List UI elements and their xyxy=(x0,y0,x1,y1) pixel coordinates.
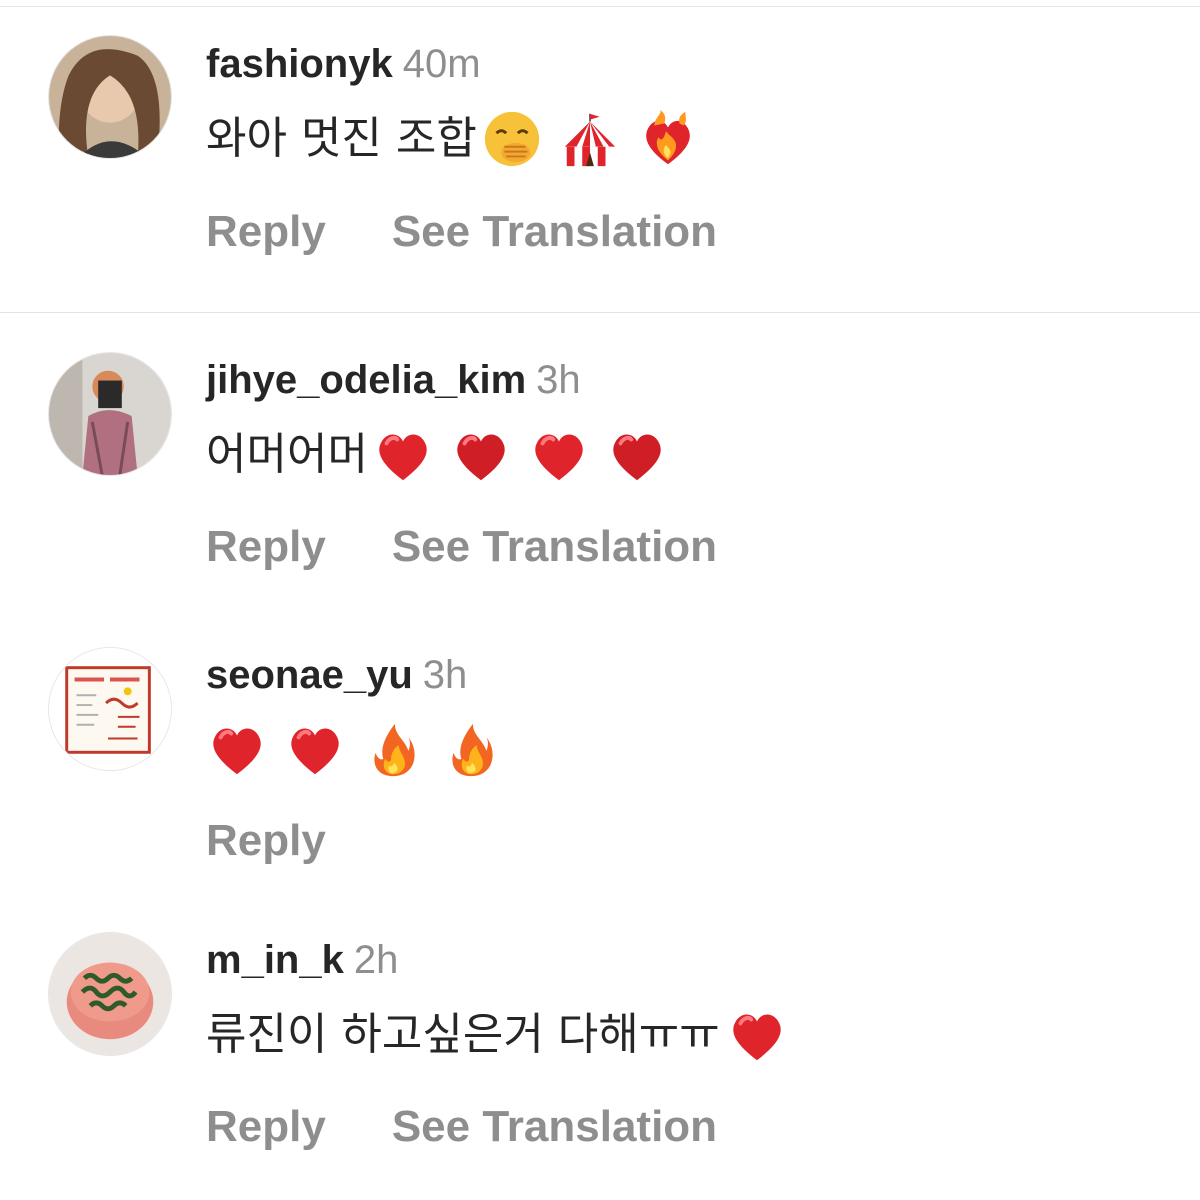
avatar[interactable] xyxy=(48,352,172,476)
heart-on-fire-emoji xyxy=(637,108,699,170)
see-translation-button[interactable]: See Translation xyxy=(392,207,717,256)
timestamp: 2h xyxy=(353,938,399,982)
username[interactable]: m_in_k xyxy=(206,938,344,982)
timestamp: 3h xyxy=(536,358,581,402)
comment-text: 어머어머 xyxy=(206,429,368,480)
username[interactable]: seonae_yu xyxy=(206,653,413,697)
comment-separator xyxy=(0,312,1200,313)
red-heart-emoji xyxy=(206,718,268,780)
comment-text: 와아 멋진 조합 xyxy=(206,113,477,164)
red-heart-emoji xyxy=(372,424,434,486)
top-separator xyxy=(0,6,1200,7)
username[interactable]: fashionyk xyxy=(206,42,393,86)
fire-emoji xyxy=(362,718,424,780)
red-heart-emoji xyxy=(284,718,346,780)
red-heart-emoji xyxy=(726,1004,788,1066)
reply-button[interactable]: Reply xyxy=(206,207,326,256)
avatar[interactable] xyxy=(48,35,172,159)
reply-button[interactable]: Reply xyxy=(206,1102,326,1151)
comment-text: 류진이 하고싶은거 다해ㅠㅠ xyxy=(206,1009,720,1060)
red-heart-emoji xyxy=(528,424,590,486)
red-heart-emoji xyxy=(606,424,668,486)
fire-emoji xyxy=(440,718,502,780)
reply-button[interactable]: Reply xyxy=(206,816,326,865)
timestamp: 3h xyxy=(422,653,468,697)
see-translation-button[interactable]: See Translation xyxy=(392,1102,717,1151)
face-with-hand-over-mouth-emoji xyxy=(481,108,543,170)
avatar[interactable] xyxy=(48,647,172,771)
username[interactable]: jihye_odelia_kim xyxy=(206,358,526,402)
circus-tent-emoji xyxy=(559,108,621,170)
timestamp: 40m xyxy=(402,42,481,86)
red-heart-emoji xyxy=(450,424,512,486)
avatar[interactable] xyxy=(48,932,172,1056)
reply-button[interactable]: Reply xyxy=(206,522,326,571)
see-translation-button[interactable]: See Translation xyxy=(392,522,717,571)
